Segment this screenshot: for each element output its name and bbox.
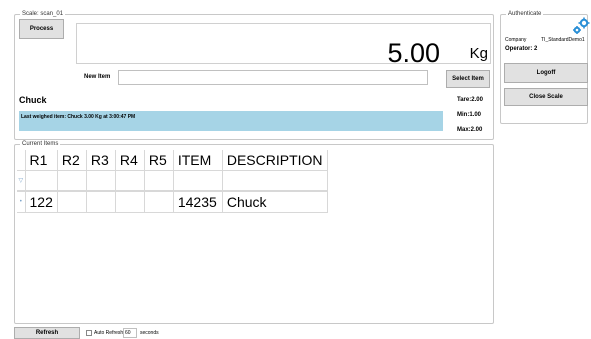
close-scale-button[interactable]: Close Scale (504, 88, 588, 106)
process-button[interactable]: Process (19, 19, 64, 39)
table-row[interactable]: • 122 14235 Chuck (17, 191, 328, 213)
cell-r5[interactable] (144, 191, 174, 213)
new-item-input[interactable] (118, 70, 428, 85)
table-cell[interactable] (222, 170, 328, 192)
table-cell[interactable] (144, 170, 174, 192)
company-value: TI_StandardDemo1 (541, 37, 585, 43)
select-item-button[interactable]: Select Item (446, 70, 490, 88)
new-row-indicator: ▽ (17, 170, 26, 192)
weight-value: 5.00 (387, 38, 440, 68)
column-header-r2[interactable]: R2 (57, 150, 87, 171)
column-header-description[interactable]: DESCRIPTION (222, 150, 328, 171)
cell-r4[interactable] (115, 191, 145, 213)
refresh-interval-input[interactable] (123, 328, 137, 338)
cell-item[interactable]: 14235 (173, 191, 223, 213)
auto-refresh-label: Auto Refresh (94, 330, 124, 336)
new-item-label: New Item (84, 74, 111, 80)
seconds-label: seconds (140, 330, 159, 336)
scale-group-legend: Scale: scan_01 (20, 10, 66, 18)
table-cell[interactable] (57, 170, 87, 192)
row-indicator: • (17, 191, 26, 213)
column-header-r1[interactable]: R1 (25, 150, 58, 171)
operator-label: Operator: 2 (505, 46, 538, 52)
auto-refresh-checkbox[interactable] (86, 330, 92, 336)
cell-r3[interactable] (86, 191, 116, 213)
table-cell[interactable] (25, 170, 58, 192)
grid-header-row: R1 R2 R3 R4 R5 ITEM DESCRIPTION (17, 150, 328, 171)
item-name: Chuck (19, 95, 47, 105)
table-cell[interactable] (115, 170, 145, 192)
column-header-r3[interactable]: R3 (86, 150, 116, 171)
cell-r1[interactable]: 122 (25, 191, 58, 213)
current-items-legend: Current Items (20, 140, 61, 148)
table-cell[interactable] (173, 170, 223, 192)
last-weighed-status: Last weighed item: Chuck 3.00 Kg at 3:00… (19, 111, 443, 131)
authenticate-legend: Authenticate (506, 10, 544, 18)
min-value: Min:1.00 (457, 112, 482, 118)
company-label: Company (505, 37, 527, 43)
weight-unit: Kg (469, 45, 488, 62)
cell-description[interactable]: Chuck (222, 191, 328, 213)
tare-value: Tare:2.00 (457, 97, 483, 103)
column-header-r5[interactable]: R5 (144, 150, 174, 171)
weight-display: 5.00 Kg (76, 23, 491, 68)
new-row[interactable]: ▽ (17, 170, 328, 192)
table-cell[interactable] (86, 170, 116, 192)
current-items-grid: R1 R2 R3 R4 R5 ITEM DESCRIPTION ▽ • 122 … (17, 150, 328, 213)
column-header-r4[interactable]: R4 (115, 150, 145, 171)
refresh-button[interactable]: Refresh (14, 327, 80, 339)
grid-corner (17, 150, 26, 171)
cell-r2[interactable] (57, 191, 87, 213)
gear-icon[interactable] (571, 16, 591, 36)
column-header-item[interactable]: ITEM (173, 150, 223, 171)
logoff-button[interactable]: Logoff (504, 63, 588, 83)
max-value: Max:2.00 (457, 127, 483, 133)
